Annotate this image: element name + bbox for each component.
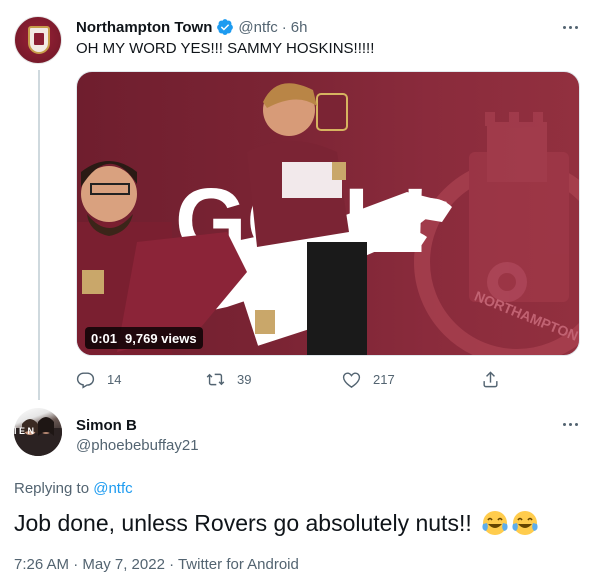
like-button[interactable]: 217 <box>342 370 395 389</box>
more-icon[interactable] <box>558 415 582 433</box>
tweet-text: OH MY WORD YES!!! SAMMY HOSKINS!!!!! <box>76 40 375 57</box>
like-icon <box>342 370 361 389</box>
reply-count: 14 <box>107 372 122 387</box>
replying-to: Replying to @ntfc <box>14 480 133 497</box>
display-name[interactable]: Simon B <box>76 417 137 434</box>
video-frame: NORTHAMPTON TOWN F.C. GO L! <box>77 83 579 355</box>
reply-text-row: Job done, unless Rovers go absolutely nu… <box>14 509 538 537</box>
timestamp[interactable]: 6h <box>291 19 308 36</box>
handle[interactable]: @phoebebuffay21 <box>76 437 199 454</box>
verified-badge-icon <box>216 18 234 36</box>
handle[interactable]: @ntfc <box>238 19 277 36</box>
share-icon <box>481 370 500 389</box>
reply-button[interactable]: 14 <box>76 370 121 389</box>
separator: · <box>281 18 287 36</box>
thread-line <box>38 70 40 400</box>
display-name[interactable]: Northampton Town <box>76 19 212 36</box>
tweet-header: Northampton Town @ntfc · 6h <box>76 18 307 36</box>
retweet-button[interactable]: 39 <box>206 370 251 389</box>
retweet-count: 39 <box>237 372 252 387</box>
video-badge: 0:01 9,769 views <box>85 327 203 349</box>
retweet-icon <box>206 370 225 389</box>
reply-text: Job done, unless Rovers go absolutely nu… <box>14 510 472 536</box>
small-crest <box>316 93 348 131</box>
video-time: 0:01 <box>91 330 118 346</box>
tweet-meta: 7:26 AM · May 7, 2022 · Twitter for Andr… <box>14 556 299 573</box>
club-crest-icon <box>28 26 50 54</box>
tweet-actions: 14 39 217 <box>76 370 516 392</box>
video-player[interactable]: NORTHAMPTON TOWN F.C. GO L! <box>76 71 580 356</box>
replying-to-link[interactable]: @ntfc <box>93 480 132 497</box>
reply-icon <box>76 370 95 389</box>
share-button[interactable] <box>481 370 512 389</box>
like-count: 217 <box>373 372 395 387</box>
view-count: 9,769 views <box>125 330 197 346</box>
avatar[interactable]: I E N <box>14 408 62 456</box>
replying-prefix: Replying to <box>14 480 90 497</box>
tears-of-joy-icon <box>482 510 508 536</box>
svg-text:I E N: I E N <box>14 426 34 436</box>
avatar[interactable] <box>14 16 62 64</box>
more-icon[interactable] <box>558 18 582 36</box>
tears-of-joy-icon <box>512 510 538 536</box>
